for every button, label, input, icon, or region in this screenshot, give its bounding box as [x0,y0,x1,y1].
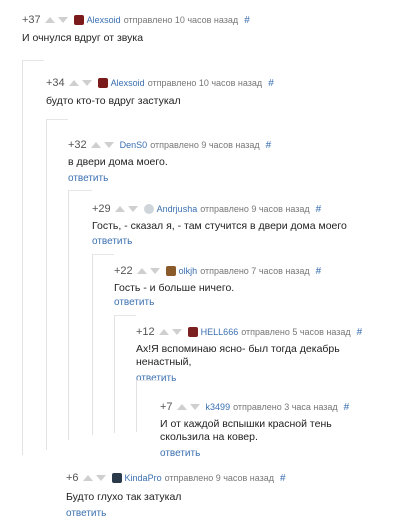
comment-meta: +29 Andrjusha отправлено 9 часов назад # [92,202,321,216]
comment-meta: +34 Alexsoid отправлено 10 часов назад # [46,76,274,90]
upvote-arrow-icon[interactable] [82,475,93,481]
comment-time: отправлено 10 часов назад [147,78,263,88]
reply-link[interactable]: ответить [160,448,200,459]
comment-meta: +32 DenS0 отправлено 9 часов назад # [68,138,271,152]
comment-text: Будто глухо так затукал [66,491,182,503]
thread-line [46,120,47,450]
divider [22,60,44,61]
avatar [187,327,198,337]
comment-text: будто кто-то вдруг застукал [46,95,181,107]
thread-line [92,255,93,435]
comment-author[interactable]: KindaPro [125,473,162,483]
comment-text: И от каждой вспышки красной тень скользи… [160,418,332,444]
permalink-hash[interactable]: # [344,402,350,413]
upvote-arrow-icon[interactable] [158,329,169,335]
comment-author[interactable]: Alexsoid [87,15,121,25]
comment-text: в двери дома моего. [68,156,168,168]
upvote-arrow-icon[interactable] [90,142,101,148]
downvote-arrow-icon[interactable] [171,329,182,335]
comment-author[interactable]: k3499 [206,402,231,412]
comment-meta: +7 k3499 отправлено 3 часа назад # [160,400,349,414]
thread-line [22,60,23,455]
comment-score: +37 [22,14,41,26]
downvote-arrow-icon[interactable] [57,17,68,23]
comment-text-line: скользила на ковер. [160,431,258,443]
comment-time: отправлено 9 часов назад [164,473,275,483]
comment-score: +29 [92,203,111,215]
permalink-hash[interactable]: # [280,473,286,484]
downvote-arrow-icon[interactable] [81,80,92,86]
divider [68,190,92,191]
comment-meta: +12 HELL666 отправлено 5 часов назад # [136,325,362,339]
downvote-arrow-icon[interactable] [127,206,138,212]
divider [136,380,160,381]
permalink-hash[interactable]: # [266,140,272,151]
downvote-arrow-icon[interactable] [189,404,200,410]
comment-time: отправлено 9 часов назад [150,140,260,150]
comment-text: Ах!Я вспоминаю ясно- был тогда декабрь н… [136,343,340,369]
comment-score: +12 [136,326,155,338]
comment-author[interactable]: DenS0 [120,140,148,150]
comment-time: отправлено 3 часа назад [233,402,338,412]
comment-author[interactable]: Alexsoid [111,78,145,88]
comment-text: Гость, - сказал я, - там стучится в двер… [92,220,347,232]
reply-link[interactable]: ответить [136,373,176,384]
avatar [165,266,176,276]
reply-link[interactable]: ответить [68,173,108,184]
permalink-hash[interactable]: # [316,266,322,277]
comment-author[interactable]: olkjh [179,266,198,276]
reply-link[interactable]: ответить [114,297,154,308]
comment-text-line: ненастный, [136,356,192,368]
comment-text-line: И от каждой вспышки красной тень [160,418,332,430]
comment-author[interactable]: HELL666 [201,327,239,337]
comment-time: отправлено 9 часов назад [200,204,310,214]
comment-meta: +37 Alexsoid отправлено 10 часов назад # [22,13,250,27]
upvote-arrow-icon[interactable] [68,80,79,86]
comment-meta: +6 KindaPro отправлено 9 часов назад # [66,471,286,485]
comment-score: +6 [66,472,79,484]
permalink-hash[interactable]: # [268,78,274,89]
upvote-arrow-icon[interactable] [44,17,55,23]
divider [46,119,68,120]
avatar [111,473,122,483]
downvote-arrow-icon[interactable] [149,268,160,274]
comment-text: Гость - и больше ничего. [114,282,235,294]
upvote-arrow-icon[interactable] [176,404,187,410]
comment-meta: +22 olkjh отправлено 7 часов назад # [114,264,321,278]
downvote-arrow-icon[interactable] [95,475,106,481]
upvote-arrow-icon[interactable] [114,206,125,212]
divider [92,254,114,255]
comment-time: отправлено 7 часов назад [200,266,310,276]
comment-score: +22 [114,265,133,277]
comment-text: И очнулся вдруг от звука [22,32,144,44]
downvote-arrow-icon[interactable] [103,142,114,148]
permalink-hash[interactable]: # [244,15,250,26]
comment-time: отправлено 5 часов назад [241,327,351,337]
comment-time: отправлено 10 часов назад [123,15,239,25]
comment-score: +7 [160,401,173,413]
thread-line [136,380,137,432]
comment-author[interactable]: Andrjusha [157,204,198,214]
comment-score: +34 [46,77,65,89]
avatar [143,204,154,214]
avatar [97,78,108,88]
reply-link[interactable]: ответить [66,508,106,519]
comment-text-line: Ах!Я вспоминаю ясно- был тогда декабрь [136,343,340,355]
permalink-hash[interactable]: # [316,204,322,215]
divider [114,315,136,316]
reply-link[interactable]: ответить [92,236,132,247]
thread-line [114,315,115,433]
permalink-hash[interactable]: # [357,327,363,338]
avatar [73,15,84,25]
comment-thread: +37 Alexsoid отправлено 10 часов назад #… [0,0,400,527]
thread-line [68,190,69,440]
upvote-arrow-icon[interactable] [136,268,147,274]
comment-score: +32 [68,139,87,151]
